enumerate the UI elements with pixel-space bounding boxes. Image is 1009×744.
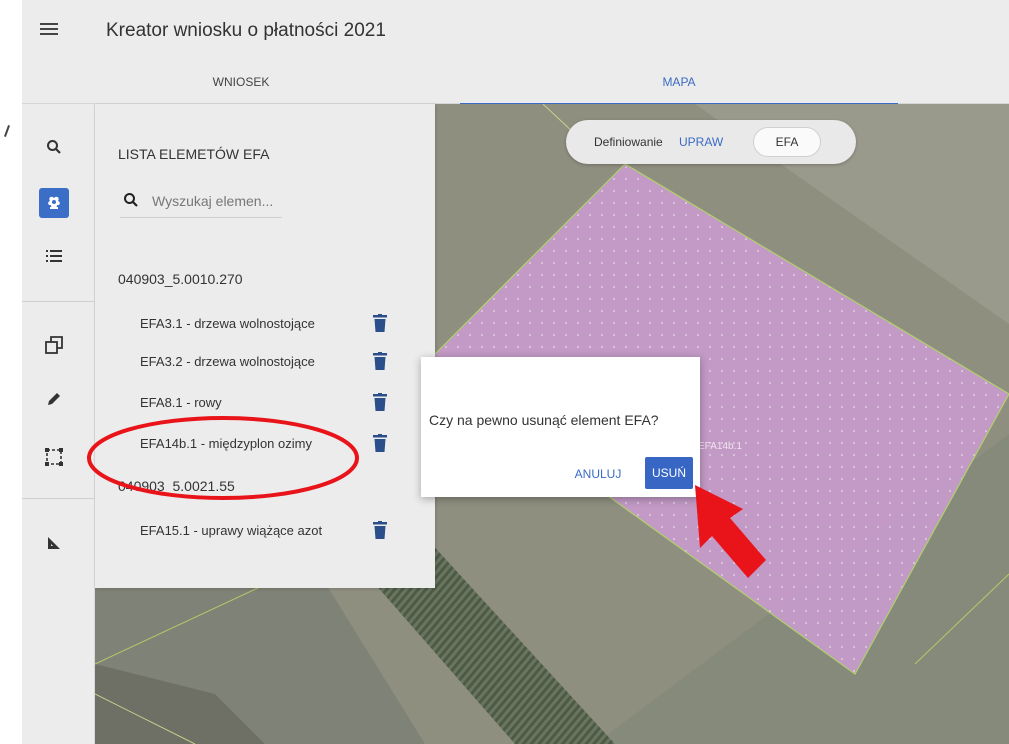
confirm-delete-dialog: Czy na pewno usunąć element EFA? ANULUJ …	[421, 357, 700, 497]
page-title: Kreator wniosku o płatności 2021	[106, 20, 386, 41]
toolbar-divider	[22, 498, 95, 499]
trash-icon[interactable]	[373, 434, 387, 452]
search-icon[interactable]	[39, 132, 69, 162]
efa-list-item[interactable]: EFA3.1 - drzewa wolnostojące	[140, 316, 395, 336]
search-input[interactable]	[152, 190, 282, 212]
panel-title: LISTA ELEMETÓW EFA	[118, 146, 270, 162]
definition-mode-toggle: Definiowanie UPRAW EFA	[566, 120, 856, 164]
efa-list-item[interactable]: EFA15.1 - uprawy wiążące azot	[140, 523, 395, 543]
hamburger-menu-icon[interactable]	[40, 20, 64, 40]
efa-list-panel: LISTA ELEMETÓW EFA 040903_5.0010.270 EFA…	[95, 104, 435, 588]
trash-icon[interactable]	[373, 314, 387, 332]
dialog-message: Czy na pewno usunąć element EFA?	[429, 412, 659, 428]
toggle-option-efa[interactable]: EFA	[753, 127, 821, 157]
toggle-label: Definiowanie	[594, 135, 663, 149]
scan-artifact	[4, 125, 10, 137]
efa-list-item[interactable]: EFA14b.1 - międzyplon ozimy	[140, 436, 395, 456]
trash-icon[interactable]	[373, 393, 387, 411]
cancel-button[interactable]: ANULUJ	[566, 461, 630, 487]
map-toolbar	[22, 104, 95, 744]
toggle-option-upraw[interactable]: UPRAW	[679, 135, 723, 149]
tab-bar: WNIOSEK MAPA	[22, 60, 1009, 105]
parcel-group-title: 040903_5.0021.55	[118, 478, 235, 494]
pencil-icon[interactable]	[39, 384, 69, 414]
app-window: Kreator wniosku o płatności 2021 WNIOSEK…	[0, 0, 1009, 744]
search-icon	[124, 193, 138, 207]
efa-list-item[interactable]: EFA8.1 - rowy	[140, 395, 395, 415]
map-feature-label: EFA14b.1	[698, 441, 742, 452]
parcel-group-title: 040903_5.0010.270	[118, 271, 243, 287]
tab-mapa[interactable]: MAPA	[460, 60, 898, 105]
efa-list-item[interactable]: EFA3.2 - drzewa wolnostojące	[140, 354, 395, 374]
list-icon[interactable]	[39, 241, 69, 271]
tab-wniosek[interactable]: WNIOSEK	[22, 60, 460, 104]
select-area-icon[interactable]	[39, 442, 69, 472]
app-header: Kreator wniosku o płatności 2021	[22, 0, 1009, 60]
delete-button[interactable]: USUŃ	[645, 457, 693, 489]
toolbar-divider	[22, 301, 95, 302]
measure-icon[interactable]	[39, 528, 69, 558]
search-box	[120, 186, 282, 218]
trash-icon[interactable]	[373, 352, 387, 370]
copy-icon[interactable]	[39, 330, 69, 360]
plant-icon[interactable]	[39, 188, 69, 218]
trash-icon[interactable]	[373, 521, 387, 539]
